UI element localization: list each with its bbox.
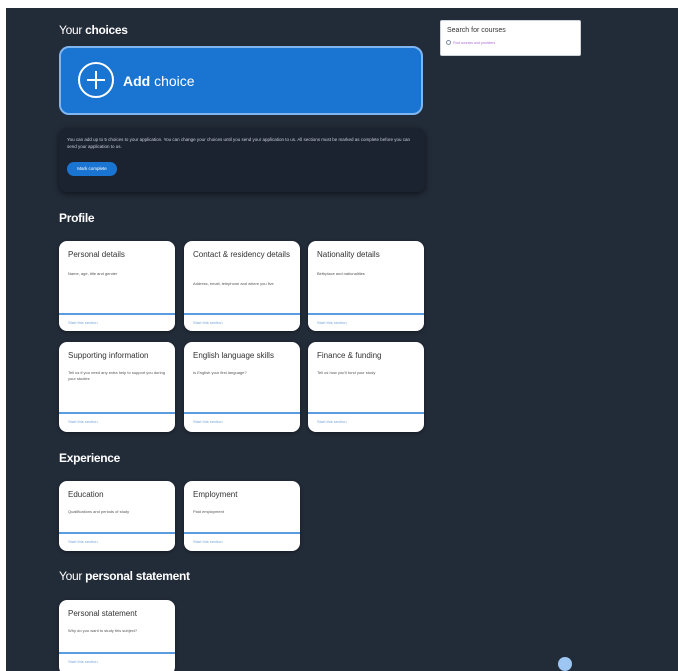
card-description: Name, age, title and gender bbox=[68, 271, 118, 276]
card-link[interactable]: Start this section bbox=[68, 320, 98, 325]
card-description: Tell us if you need any extra help to su… bbox=[68, 370, 165, 381]
plus-icon bbox=[78, 62, 114, 98]
card-link[interactable]: Start this section bbox=[68, 419, 98, 424]
card-divider bbox=[59, 313, 175, 315]
card-link[interactable]: Start this section bbox=[317, 419, 347, 424]
card-description: Address, email, telephone and where you … bbox=[193, 281, 274, 286]
card-link[interactable]: Start this section bbox=[317, 320, 347, 325]
card-contact-residency[interactable]: Contact & residency details Address, ema… bbox=[184, 241, 300, 331]
card-description: Paid employment bbox=[193, 509, 224, 514]
search-title: Search for courses bbox=[447, 27, 506, 34]
card-title: English language skills bbox=[193, 351, 274, 360]
search-icon bbox=[446, 40, 451, 45]
card-link[interactable]: Start this section bbox=[68, 539, 98, 544]
personal-statement-heading: Your personal statement bbox=[59, 569, 190, 583]
card-description: Why do you want to study this subject? bbox=[68, 628, 138, 633]
search-link[interactable]: Find courses and providers bbox=[453, 41, 495, 45]
card-title: Education bbox=[68, 490, 104, 499]
card-divider bbox=[184, 313, 300, 315]
card-education[interactable]: Education Qualifications and periods of … bbox=[59, 481, 175, 551]
card-personal-statement[interactable]: Personal statement Why do you want to st… bbox=[59, 600, 175, 671]
search-courses-panel[interactable]: Search for courses Find courses and prov… bbox=[440, 20, 581, 56]
card-personal-details[interactable]: Personal details Name, age, title and ge… bbox=[59, 241, 175, 331]
card-divider bbox=[308, 412, 424, 414]
card-divider bbox=[59, 652, 175, 654]
card-description: Birthplace and nationalities bbox=[317, 271, 365, 276]
card-link[interactable]: Start this section bbox=[68, 659, 98, 664]
card-divider bbox=[184, 412, 300, 414]
choices-heading: Your choices bbox=[59, 23, 128, 37]
experience-heading: Experience bbox=[59, 451, 121, 465]
card-title: Nationality details bbox=[317, 250, 380, 259]
card-finance-funding[interactable]: Finance & funding Tell us how you'll fun… bbox=[308, 342, 424, 432]
card-link[interactable]: Start this section bbox=[193, 419, 223, 424]
card-title: Contact & residency details bbox=[193, 250, 290, 259]
add-choice-button[interactable]: Add choice bbox=[59, 46, 423, 115]
card-divider bbox=[184, 532, 300, 534]
card-title: Employment bbox=[193, 490, 238, 499]
card-title: Supporting information bbox=[68, 351, 149, 360]
profile-heading: Profile bbox=[59, 211, 95, 225]
card-divider bbox=[308, 313, 424, 315]
card-supporting-information[interactable]: Supporting information Tell us if you ne… bbox=[59, 342, 175, 432]
choices-info-text: You can add up to 5 choices to your appl… bbox=[67, 137, 411, 149]
application-dashboard: Your choices Add choice You can add up t… bbox=[6, 8, 678, 671]
card-english-language[interactable]: English language skills Is English your … bbox=[184, 342, 300, 432]
card-divider bbox=[59, 532, 175, 534]
card-description: Qualifications and periods of study bbox=[68, 509, 130, 514]
card-title: Personal statement bbox=[68, 609, 137, 618]
choices-info-panel: You can add up to 5 choices to your appl… bbox=[59, 128, 425, 192]
card-description: Tell us how you'll fund your study bbox=[317, 370, 376, 375]
add-choice-label: Add choice bbox=[123, 73, 195, 89]
mark-complete-button[interactable]: Mark complete bbox=[67, 162, 117, 176]
card-title: Finance & funding bbox=[317, 351, 382, 360]
card-employment[interactable]: Employment Paid employment Start this se… bbox=[184, 481, 300, 551]
card-link[interactable]: Start this section bbox=[193, 320, 223, 325]
card-nationality-details[interactable]: Nationality details Birthplace and natio… bbox=[308, 241, 424, 331]
card-divider bbox=[59, 412, 175, 414]
card-description: Is English your first language? bbox=[193, 370, 247, 375]
help-icon[interactable] bbox=[558, 657, 572, 671]
card-title: Personal details bbox=[68, 250, 125, 259]
card-link[interactable]: Start this section bbox=[193, 539, 223, 544]
